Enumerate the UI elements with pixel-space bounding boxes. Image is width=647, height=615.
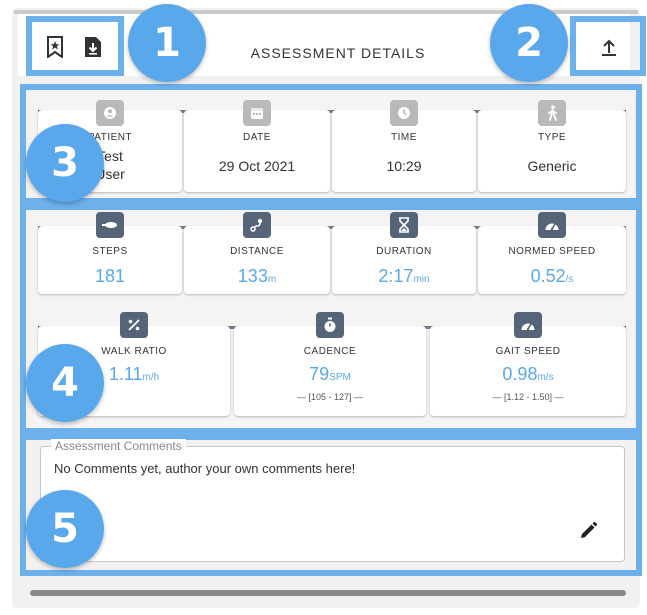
metric-card-distance: DISTANCE 133m — [184, 212, 330, 294]
assessment-comments-field[interactable]: Assessment Comments No Comments yet, aut… — [40, 439, 625, 562]
metric-card-normed-speed: NORMED SPEED 0.52/s — [478, 212, 626, 294]
callout-2: 2 — [490, 4, 568, 82]
metric-label-cadence: CADENCE — [303, 346, 357, 357]
info-card-date: DATE 29 Oct 2021 — [184, 100, 330, 192]
metric-label-distance: DISTANCE — [230, 246, 284, 257]
comments-legend: Assessment Comments — [51, 439, 186, 453]
hourglass-icon — [390, 212, 418, 238]
bookmark-star-icon[interactable] — [42, 34, 68, 60]
highlight-box-1 — [26, 16, 124, 76]
comments-text: No Comments yet, author your own comment… — [54, 461, 356, 476]
footprint-icon — [96, 212, 124, 238]
metric-card-gait-speed: GAIT SPEED 0.98m/s — [1.12 - 1.50] — — [430, 312, 626, 416]
info-card-type: TYPE Generic — [478, 100, 626, 192]
callout-4: 4 — [26, 344, 104, 422]
percent-icon — [120, 312, 148, 338]
speedometer-icon — [538, 212, 566, 238]
calendar-icon — [243, 100, 271, 126]
metric-value-distance: 133m — [237, 266, 277, 286]
clock-icon — [390, 100, 418, 126]
metric-card-duration: DURATION 2:17min — [332, 212, 476, 294]
upload-icon[interactable] — [596, 34, 622, 60]
assessment-time: 10:29 — [386, 158, 422, 174]
horizontal-scrollbar[interactable] — [30, 590, 626, 596]
metric-label-steps: STEPS — [92, 246, 128, 257]
assessment-info-panel: PATIENT Test User DATE 29 Oct 2021 TIME … — [30, 92, 634, 196]
route-icon — [243, 212, 271, 238]
pencil-icon[interactable] — [578, 521, 600, 543]
info-label-time: TIME — [391, 132, 417, 143]
metric-value-gait-speed: 0.98m/s — [502, 364, 554, 384]
info-label-date: DATE — [243, 132, 271, 143]
person-icon — [96, 100, 124, 126]
assessment-date: 29 Oct 2021 — [218, 158, 296, 174]
callout-5: 5 — [26, 490, 104, 568]
cadence-normal-range: — [105 - 127] — — [296, 392, 364, 402]
speedometer-icon — [514, 312, 542, 338]
callout-1: 1 — [128, 4, 206, 82]
metric-value-cadence: 79SPM — [309, 364, 351, 384]
file-download-icon[interactable] — [80, 34, 106, 60]
info-label-type: TYPE — [537, 132, 567, 143]
gait-speed-normal-range: — [1.12 - 1.50] — — [492, 392, 564, 402]
callout-3: 3 — [26, 124, 104, 202]
metric-label-gait-speed: GAIT SPEED — [495, 346, 561, 357]
walking-icon — [538, 100, 566, 126]
metric-value-normed-speed: 0.52/s — [530, 266, 574, 286]
info-card-time: TIME 10:29 — [332, 100, 476, 192]
page-title: ASSESSMENT DETAILS — [250, 45, 426, 61]
metric-card-cadence: CADENCE 79SPM — [105 - 127] — — [234, 312, 426, 416]
assessment-type: Generic — [527, 158, 577, 174]
metric-label-duration: DURATION — [376, 246, 432, 257]
stopwatch-icon — [316, 312, 344, 338]
gait-metrics-panel: STEPS 181 DISTANCE 133m DURATION 2:17min… — [30, 212, 634, 428]
metric-value-duration: 2:17min — [378, 266, 430, 286]
metric-card-steps: STEPS 181 — [38, 212, 182, 294]
metric-label-normed-speed: NORMED SPEED — [508, 246, 596, 257]
metric-value-steps: 181 — [94, 266, 126, 286]
